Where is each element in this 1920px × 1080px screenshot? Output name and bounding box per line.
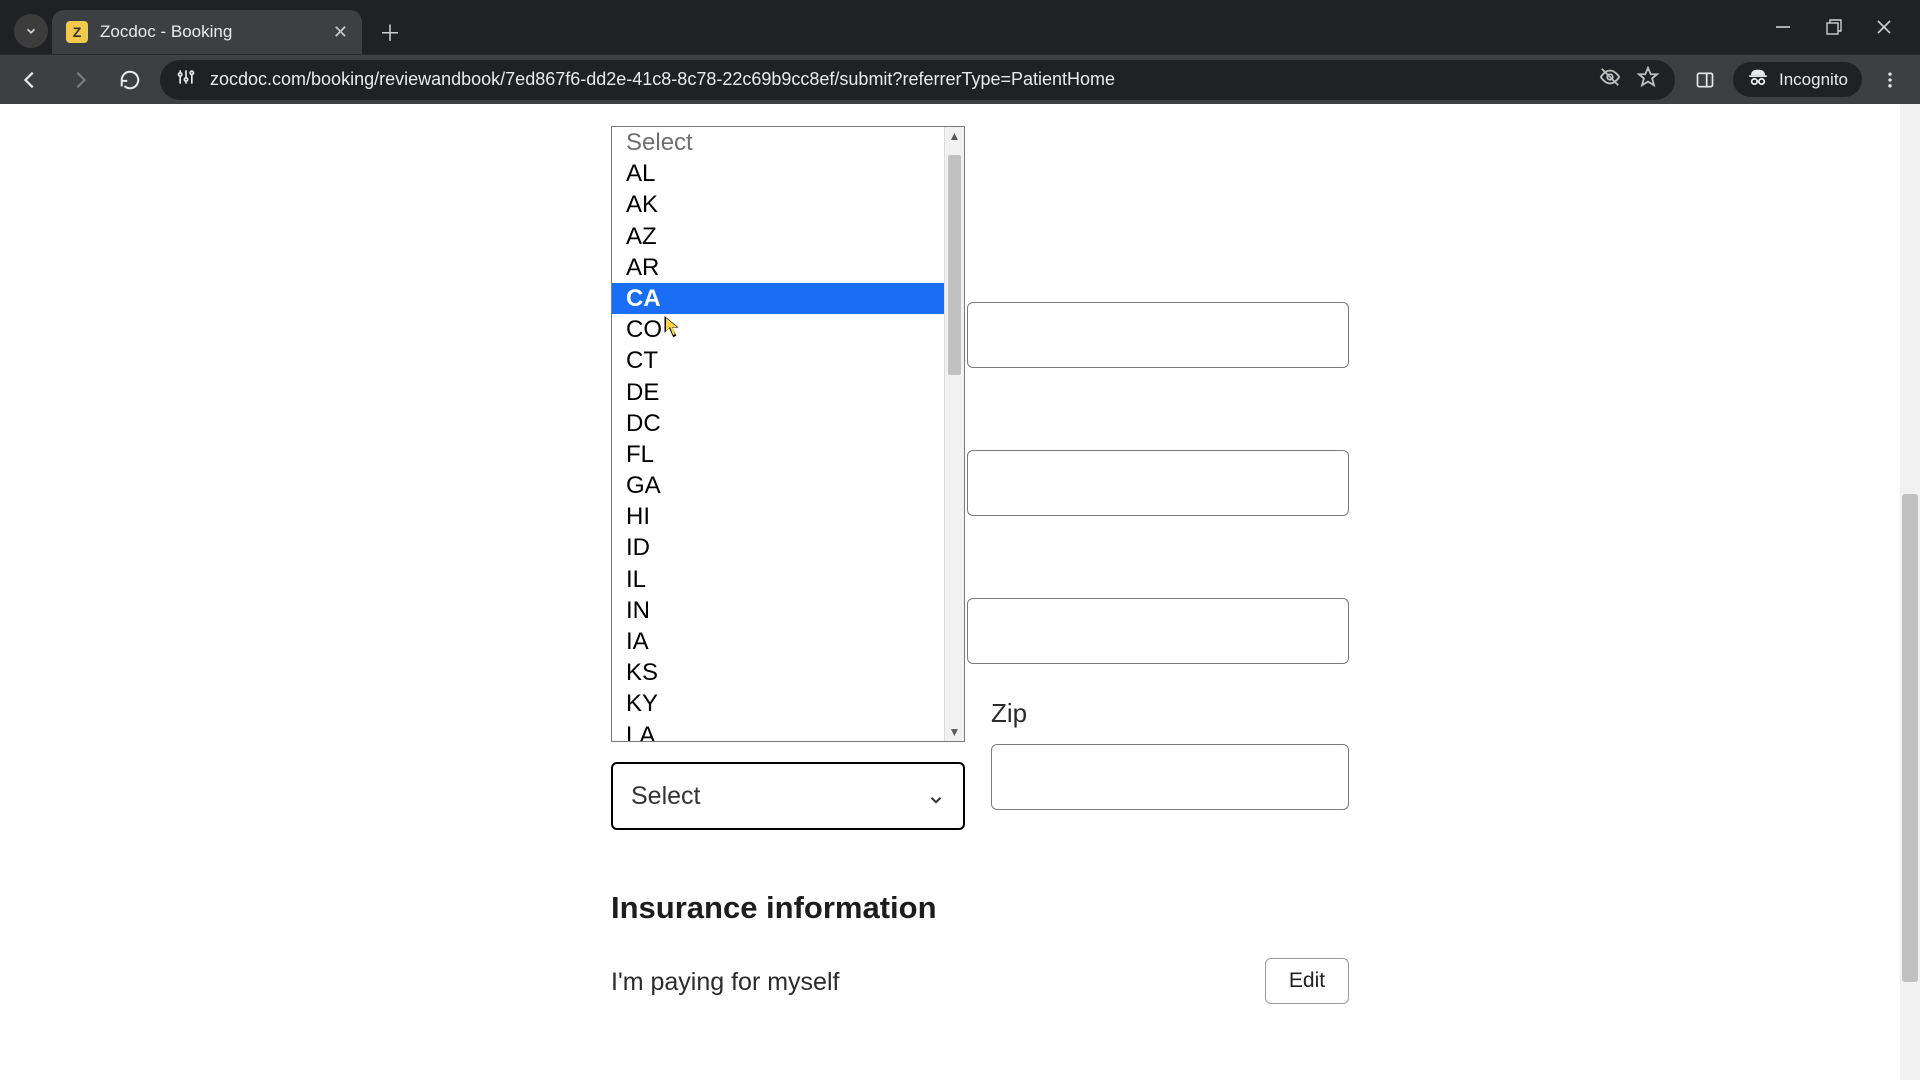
- state-option[interactable]: CO: [612, 314, 944, 345]
- scroll-up-arrow-icon[interactable]: ▲: [945, 127, 964, 145]
- incognito-label: Incognito: [1779, 70, 1848, 90]
- site-settings-icon[interactable]: [176, 67, 196, 92]
- text-input[interactable]: [967, 598, 1349, 664]
- state-option[interactable]: HI: [612, 501, 944, 532]
- incognito-icon: [1747, 68, 1769, 91]
- state-option[interactable]: ID: [612, 532, 944, 563]
- text-input[interactable]: [967, 302, 1349, 368]
- browser-tab-strip: Z Zocdoc - Booking ✕ ＋: [0, 0, 1920, 54]
- tab-search-button[interactable]: [14, 14, 48, 48]
- page-scrollbar-thumb[interactable]: [1902, 494, 1918, 982]
- state-select[interactable]: Select: [611, 762, 965, 830]
- state-select-value: Select: [631, 782, 700, 811]
- listbox-scrollbar[interactable]: ▲ ▼: [944, 127, 964, 741]
- state-option[interactable]: IN: [612, 595, 944, 626]
- state-option[interactable]: DC: [612, 408, 944, 439]
- chevron-down-icon: [927, 787, 945, 805]
- state-option[interactable]: CT: [612, 345, 944, 376]
- eye-off-icon[interactable]: [1599, 66, 1621, 93]
- favicon-icon: Z: [66, 21, 88, 43]
- close-window-icon[interactable]: [1876, 19, 1892, 35]
- state-option[interactable]: KS: [612, 657, 944, 688]
- browser-tab[interactable]: Z Zocdoc - Booking ✕: [52, 10, 362, 54]
- state-option[interactable]: CA: [612, 283, 944, 314]
- edit-button[interactable]: Edit: [1265, 958, 1349, 1004]
- state-option[interactable]: AL: [612, 158, 944, 189]
- kebab-menu-icon[interactable]: [1870, 60, 1910, 100]
- tab-title: Zocdoc - Booking: [100, 22, 321, 42]
- state-option[interactable]: AZ: [612, 221, 944, 252]
- window-controls: [1774, 0, 1920, 54]
- browser-toolbar: zocdoc.com/booking/reviewandbook/7ed867f…: [0, 54, 1920, 104]
- minimize-icon[interactable]: [1774, 18, 1792, 36]
- page-viewport: SelectALAKAZARCACOCTDEDCFLGAHIIDILINIAKS…: [0, 104, 1920, 1080]
- state-option[interactable]: AK: [612, 189, 944, 220]
- new-tab-button[interactable]: ＋: [372, 14, 408, 50]
- state-option[interactable]: GA: [612, 470, 944, 501]
- side-panel-icon[interactable]: [1685, 60, 1725, 100]
- maximize-icon[interactable]: [1826, 19, 1842, 35]
- state-dropdown-listbox[interactable]: SelectALAKAZARCACOCTDEDCFLGAHIIDILINIAKS…: [611, 126, 965, 742]
- state-option[interactable]: IA: [612, 626, 944, 657]
- scroll-down-arrow-icon[interactable]: ▼: [945, 723, 964, 741]
- state-option-placeholder[interactable]: Select: [612, 127, 944, 158]
- state-option[interactable]: KY: [612, 688, 944, 719]
- state-dropdown-options[interactable]: SelectALAKAZARCACOCTDEDCFLGAHIIDILINIAKS…: [612, 127, 944, 741]
- zip-label: Zip: [991, 698, 1027, 729]
- state-option[interactable]: DE: [612, 377, 944, 408]
- zip-input[interactable]: [991, 744, 1349, 810]
- state-option[interactable]: FL: [612, 439, 944, 470]
- incognito-indicator[interactable]: Incognito: [1733, 62, 1862, 97]
- listbox-scrollbar-thumb[interactable]: [948, 155, 961, 375]
- close-tab-icon[interactable]: ✕: [333, 22, 348, 43]
- bookmark-star-icon[interactable]: [1637, 66, 1659, 93]
- state-option[interactable]: IL: [612, 564, 944, 595]
- text-input[interactable]: [967, 450, 1349, 516]
- page-scrollbar[interactable]: [1900, 104, 1920, 1080]
- back-button[interactable]: [10, 60, 50, 100]
- state-option[interactable]: AR: [612, 252, 944, 283]
- state-option[interactable]: LA: [612, 720, 944, 741]
- insurance-text: I'm paying for myself: [611, 968, 839, 997]
- url-text: zocdoc.com/booking/reviewandbook/7ed867f…: [210, 69, 1585, 90]
- url-bar[interactable]: zocdoc.com/booking/reviewandbook/7ed867f…: [160, 60, 1675, 100]
- forward-button[interactable]: [60, 60, 100, 100]
- reload-button[interactable]: [110, 60, 150, 100]
- insurance-heading: Insurance information: [611, 890, 937, 926]
